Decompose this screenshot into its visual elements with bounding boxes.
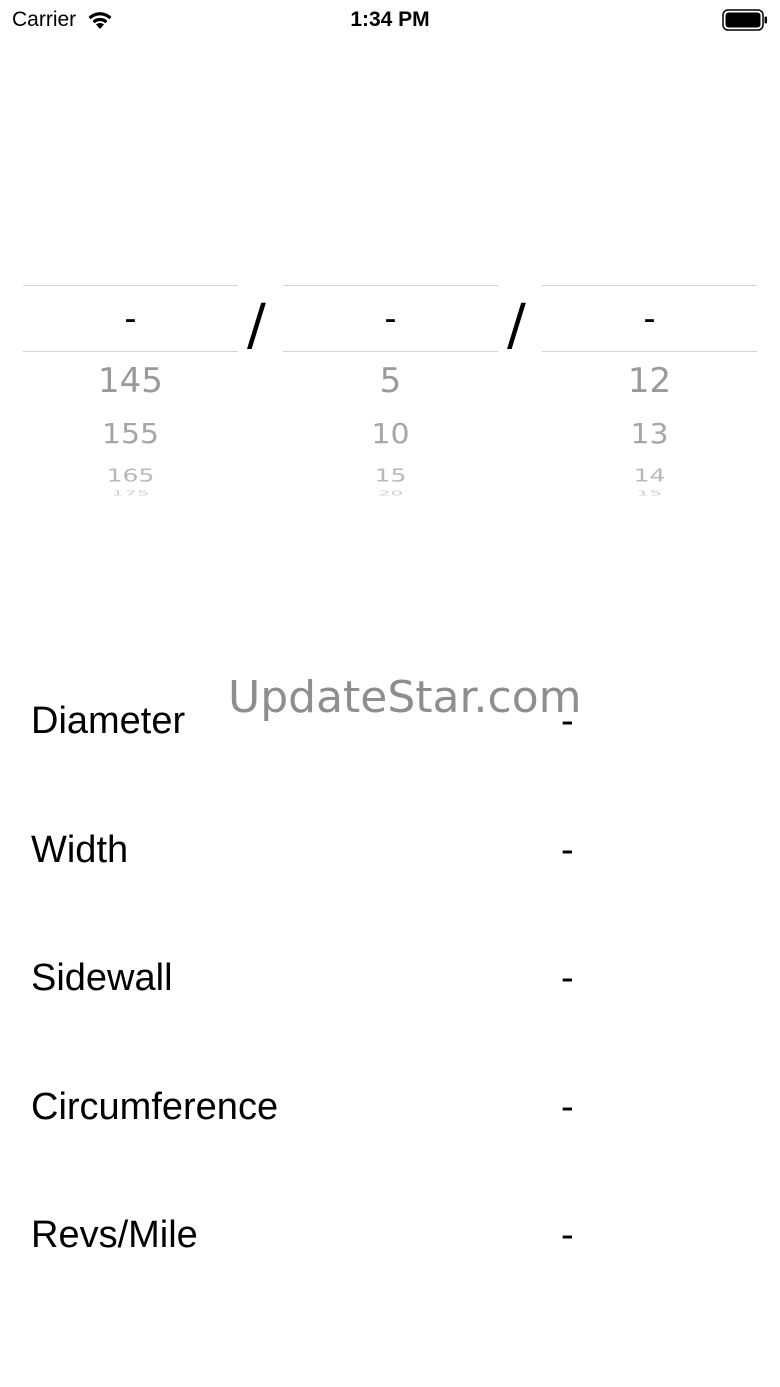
result-value: - [561, 957, 574, 999]
status-time: 1:34 PM [350, 8, 430, 31]
picker-option[interactable]: 10 [283, 418, 498, 450]
selection-line-top [542, 285, 757, 286]
width-picker-column[interactable]: - 145 155 165 175 [23, 285, 238, 505]
picker-option[interactable]: 175 [23, 491, 238, 496]
aspect-ratio-selected-value[interactable]: - [283, 297, 498, 339]
rim-diameter-selected-value[interactable]: - [542, 297, 757, 339]
result-row-width: Width - [0, 829, 780, 889]
result-value: - [561, 829, 574, 871]
result-value: - [561, 1086, 574, 1128]
picker-separator: / [247, 293, 266, 358]
picker-option[interactable]: 15 [542, 491, 757, 496]
result-label: Circumference [31, 1086, 279, 1128]
aspect-ratio-picker-column[interactable]: - 5 10 15 20 [283, 285, 498, 505]
picker-option[interactable]: 145 [23, 361, 238, 401]
picker-option[interactable]: 13 [542, 418, 757, 450]
picker-option[interactable]: 20 [283, 491, 498, 496]
selection-line-bottom [23, 351, 238, 352]
width-selected-value[interactable]: - [23, 297, 238, 339]
picker-option[interactable]: 155 [23, 418, 238, 450]
result-label: Revs/Mile [31, 1214, 198, 1256]
result-label: Width [31, 829, 129, 871]
picker-option[interactable]: 165 [23, 465, 238, 486]
status-bar: Carrier 1:34 PM [0, 0, 780, 40]
picker-option[interactable]: 15 [283, 465, 498, 486]
tire-size-picker[interactable]: - 145 155 165 175 / - 5 10 15 20 / - 12 … [0, 285, 780, 510]
result-row-sidewall: Sidewall - [0, 957, 780, 1017]
watermark: UpdateStar.com [228, 672, 582, 723]
result-value: - [561, 1214, 574, 1256]
picker-option[interactable]: 5 [283, 361, 498, 401]
selection-line-top [283, 285, 498, 286]
battery-icon [722, 9, 767, 31]
rim-diameter-picker-column[interactable]: - 12 13 14 15 [542, 285, 757, 505]
picker-option[interactable]: 14 [542, 465, 757, 486]
selection-line-bottom [542, 351, 757, 352]
selection-line-top [23, 285, 238, 286]
selection-line-bottom [283, 351, 498, 352]
picker-separator: / [507, 293, 526, 358]
result-label: Sidewall [31, 957, 173, 999]
result-row-revs-per-mile: Revs/Mile - [0, 1214, 780, 1274]
result-row-circumference: Circumference - [0, 1086, 780, 1146]
picker-option[interactable]: 12 [542, 361, 757, 401]
result-label: Diameter [31, 700, 186, 742]
